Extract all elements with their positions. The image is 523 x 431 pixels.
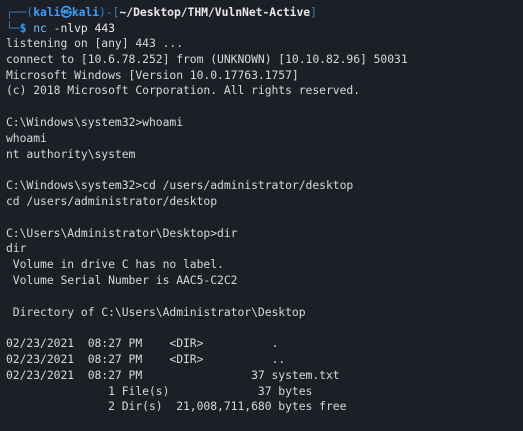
output-line: 02/23/2021 08:27 PM <DIR> . xyxy=(6,336,279,351)
prompt-corner-top: ┌──( xyxy=(6,5,34,19)
output-line: dir xyxy=(6,241,27,256)
prompt-host: kali xyxy=(71,5,100,19)
prompt-command-line: └─$ nc -nlvp 443 xyxy=(6,20,523,36)
output-line: Directory of C:\Users\Administrator\Desk… xyxy=(6,304,306,319)
output-line: C:\Windows\system32>whoami xyxy=(6,114,184,129)
output-line: Microsoft Windows [Version 10.0.17763.17… xyxy=(6,67,299,82)
output-line: C:\Users\Administrator\Desktop>dir xyxy=(6,225,238,240)
skull-icon: ㉿ xyxy=(60,5,72,19)
terminal-output: listening on [any] 443 ... connect to [10… xyxy=(6,36,523,415)
prompt-separator: )-[ xyxy=(99,5,120,19)
prompt-header: ┌──(kali㉿kali)-[~/Desktop/THM/VulnNet-Ac… xyxy=(6,4,523,20)
output-line: 2 Dir(s) 21,008,711,680 bytes free xyxy=(6,399,347,414)
prompt-corner-bottom: └─ xyxy=(6,21,20,35)
command-args: -nlvp 443 xyxy=(46,21,115,35)
output-line: Volume in drive C has no label. xyxy=(6,257,224,272)
terminal-window[interactable]: ┌──(kali㉿kali)-[~/Desktop/THM/VulnNet-Ac… xyxy=(0,0,523,431)
output-line: 02/23/2021 08:27 PM 37 system.txt xyxy=(6,367,340,382)
output-line: 1 File(s) 37 bytes xyxy=(6,383,313,398)
output-line: whoami xyxy=(6,130,47,145)
prompt-cwd: ~/Desktop/THM/VulnNet-Active xyxy=(119,5,311,19)
prompt-close: ] xyxy=(310,5,317,19)
output-line: (c) 2018 Microsoft Corporation. All righ… xyxy=(6,83,361,98)
output-line: Volume Serial Number is AAC5-C2C2 xyxy=(6,272,238,287)
prompt-user: kali xyxy=(33,5,61,19)
command-name: nc xyxy=(33,21,47,35)
output-line: cd /users/administrator/desktop xyxy=(6,193,218,208)
output-line: connect to [10.6.78.252] from (UNKNOWN) … xyxy=(6,51,408,66)
output-line: 02/23/2021 08:27 PM <DIR> .. xyxy=(6,351,286,366)
output-line: listening on [any] 443 ... xyxy=(6,36,184,50)
output-line: nt authority\system xyxy=(6,146,136,161)
output-line: C:\Windows\system32>cd /users/administra… xyxy=(6,178,354,193)
